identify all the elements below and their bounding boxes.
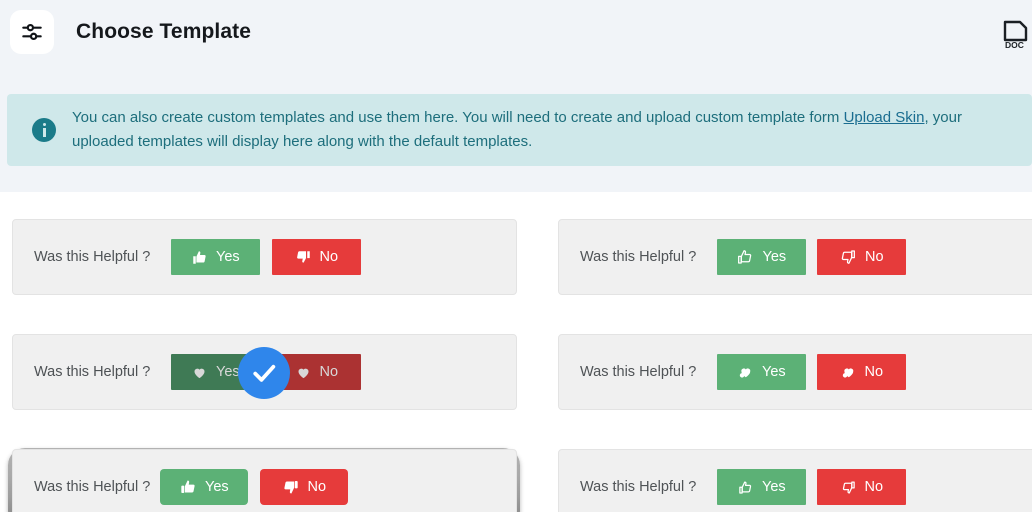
heart-solid-icon [192, 365, 207, 380]
info-circle-icon [32, 118, 56, 142]
template-label: Was this Helpful ? [34, 364, 151, 380]
heart-broken-icon [296, 365, 311, 380]
thumbs-up-outline-small-icon [738, 480, 753, 495]
no-label: No [864, 364, 884, 380]
info-banner-text: You can also create custom templates and… [72, 106, 1027, 154]
feedback-buttons: Yes No [717, 239, 907, 275]
yes-label: Yes [761, 479, 786, 495]
heart-broken-solid-icon [841, 365, 856, 380]
upload-skin-link[interactable]: Upload Skin [844, 109, 925, 126]
choose-template-page: Choose Template DOC You can also create … [0, 0, 1032, 512]
no-label: No [307, 479, 327, 495]
sliders-icon[interactable] [10, 10, 54, 54]
check-mark-icon [253, 364, 276, 382]
template-row: Was this Helpful ? Yes No Was this Helpf… [0, 192, 1032, 307]
template-label: Was this Helpful ? [580, 364, 697, 380]
no-button[interactable]: No [272, 239, 362, 275]
thumbs-up-solid-icon [192, 250, 207, 265]
yes-label: Yes [204, 479, 229, 495]
template-card-4[interactable]: Was this Helpful ? Yes No [558, 334, 1032, 410]
template-card-1[interactable]: Was this Helpful ? Yes No [12, 219, 517, 295]
template-label: Was this Helpful ? [34, 249, 151, 265]
svg-text:DOC: DOC [1005, 40, 1024, 50]
no-label: No [319, 364, 339, 380]
template-grid: Was this Helpful ? Yes No Was this Helpf… [0, 192, 1032, 512]
thumbs-down-rounded-icon [283, 479, 299, 495]
document-doc-icon[interactable]: DOC [996, 14, 1032, 54]
thumbs-up-rounded-icon [180, 479, 196, 495]
thumbs-down-outline-small-icon [841, 480, 856, 495]
template-card-2[interactable]: Was this Helpful ? Yes No [558, 219, 1032, 295]
no-label: No [319, 249, 339, 265]
yes-button[interactable]: Yes [717, 469, 807, 505]
yes-button[interactable]: Yes [717, 239, 807, 275]
yes-label: Yes [215, 364, 240, 380]
thumbs-down-outline-icon [840, 249, 856, 265]
template-card-6[interactable]: Was this Helpful ? Yes No [558, 449, 1032, 512]
template-card-5[interactable]: Was this Helpful ? Yes No [12, 449, 517, 512]
no-button[interactable]: No [817, 239, 907, 275]
selected-check-badge[interactable] [238, 347, 290, 399]
no-button[interactable]: No [260, 469, 349, 505]
feedback-buttons: Yes No [717, 469, 907, 505]
info-banner: You can also create custom templates and… [7, 94, 1032, 166]
yes-label: Yes [761, 364, 786, 380]
thumbs-down-solid-icon [296, 250, 311, 265]
thumbs-up-outline-icon [737, 249, 753, 265]
no-label: No [864, 479, 884, 495]
yes-button[interactable]: Yes [717, 354, 807, 390]
heart-hand-icon [738, 365, 753, 380]
no-button[interactable]: No [817, 354, 907, 390]
page-header: Choose Template DOC [0, 0, 1032, 64]
template-row: Was this Helpful ? Yes No Was this Helpf… [0, 422, 1032, 512]
template-label: Was this Helpful ? [34, 479, 151, 495]
feedback-buttons: Yes No [171, 239, 362, 275]
yes-label: Yes [215, 249, 240, 265]
no-label: No [865, 249, 884, 265]
yes-label: Yes [762, 249, 787, 265]
template-label: Was this Helpful ? [580, 479, 697, 495]
feedback-buttons: Yes No [160, 469, 349, 505]
template-row: Was this Helpful ? Yes No Was this Helpf… [0, 307, 1032, 512]
template-label: Was this Helpful ? [580, 249, 697, 265]
info-banner-text-before: You can also create custom templates and… [72, 109, 844, 126]
page-title: Choose Template [76, 20, 251, 43]
yes-button[interactable]: Yes [160, 469, 249, 505]
feedback-buttons: Yes No [717, 354, 907, 390]
no-button[interactable]: No [817, 469, 907, 505]
yes-button[interactable]: Yes [171, 239, 261, 275]
